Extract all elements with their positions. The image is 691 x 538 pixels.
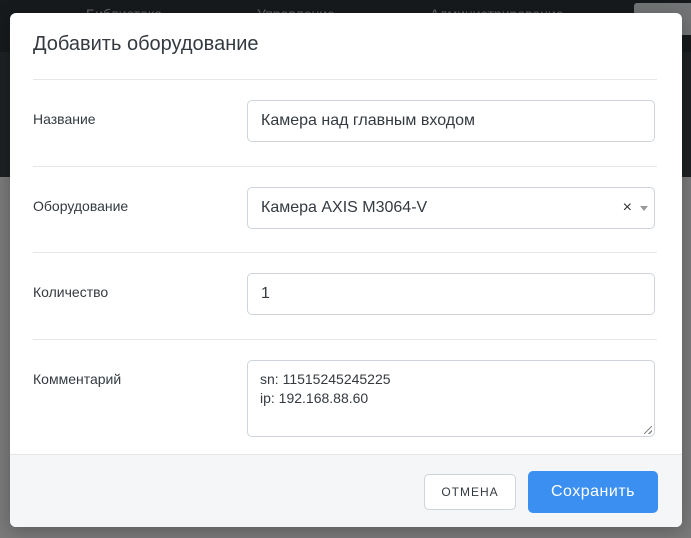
- quantity-label: Количество: [33, 284, 109, 300]
- equipment-label: Оборудование: [33, 198, 129, 214]
- name-label: Название: [33, 111, 96, 127]
- comment-line: ip: 192.168.88.60: [260, 390, 369, 406]
- equipment-selected-value: Камера AXIS M3064-V: [261, 199, 428, 216]
- name-input[interactable]: Камера над главным входом: [247, 100, 655, 142]
- divider: [33, 339, 657, 340]
- cancel-button[interactable]: ОТМЕНА: [424, 474, 516, 510]
- divider: [33, 166, 657, 167]
- comment-label: Комментарий: [33, 371, 122, 387]
- chevron-down-icon[interactable]: [640, 206, 648, 211]
- add-equipment-dialog: Добавить оборудование Название Камера на…: [10, 13, 682, 527]
- resize-handle-icon[interactable]: [644, 426, 652, 434]
- quantity-input[interactable]: 1: [247, 273, 655, 315]
- divider: [33, 79, 657, 80]
- comment-line: sn: 11515245245225: [260, 371, 391, 387]
- dialog-footer: ОТМЕНА Сохранить: [10, 454, 682, 527]
- divider: [33, 252, 657, 253]
- comment-textarea[interactable]: sn: 11515245245225 ip: 192.168.88.60: [247, 360, 655, 437]
- save-button[interactable]: Сохранить: [528, 471, 658, 513]
- equipment-select[interactable]: Камера AXIS M3064-V ×: [247, 187, 655, 229]
- clear-selection-icon[interactable]: ×: [623, 188, 632, 228]
- dialog-title: Добавить оборудование: [33, 33, 259, 55]
